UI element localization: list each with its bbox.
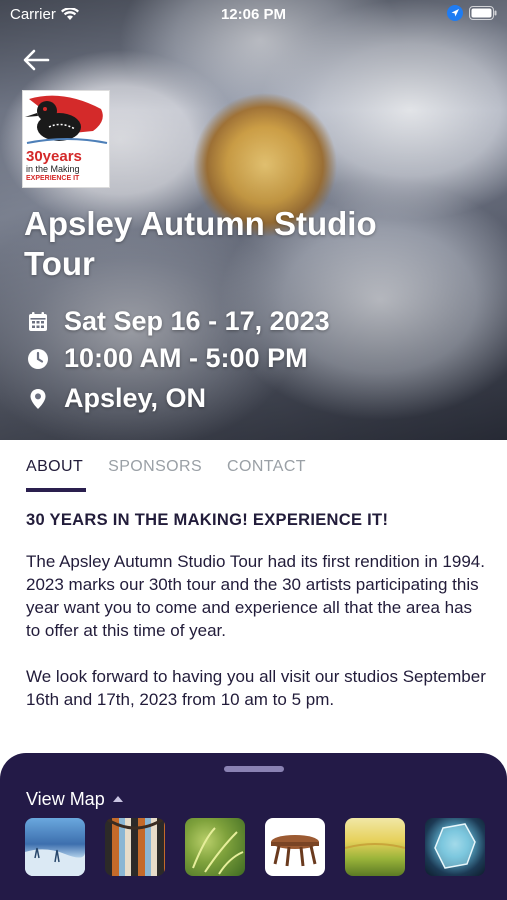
clock: 12:06 PM [220, 6, 287, 23]
status-bar: Carrier 12:06 PM [0, 0, 507, 28]
logo-years-text: 30years [26, 148, 82, 165]
bottom-sheet: View Map [0, 753, 507, 900]
sheet-drag-handle[interactable] [224, 766, 284, 772]
calendar-icon [29, 311, 47, 331]
glass-sculpture-image [434, 823, 476, 869]
foliage-painting-image [192, 827, 244, 875]
hero-banner: Carrier 12:06 PM 30years in the Making E… [0, 0, 507, 440]
tab-bar: ABOUT SPONSORS CONTACT [26, 458, 306, 476]
logo-experience-text: EXPERIENCE IT [26, 175, 80, 182]
artwork-thumbnail[interactable] [345, 818, 405, 876]
status-right [447, 5, 497, 21]
woven-fabric-image [105, 818, 165, 830]
event-time-row: 10:00 AM - 5:00 PM [26, 343, 308, 374]
battery-icon [469, 6, 497, 20]
tab-about[interactable]: ABOUT [26, 458, 83, 476]
artwork-thumbnail[interactable] [265, 818, 325, 876]
event-date: Sat Sep 16 - 17, 2023 [64, 306, 330, 336]
event-location-row: Apsley, ON [26, 383, 206, 414]
artwork-thumbnail[interactable] [425, 818, 485, 876]
caret-up-icon [112, 795, 123, 802]
about-content: 30 YEARS IN THE MAKING! EXPERIENCE IT! T… [26, 511, 486, 711]
view-map-label: View Map [26, 789, 105, 809]
event-time: 10:00 AM - 5:00 PM [64, 343, 308, 373]
winter-landscape-image [25, 847, 85, 876]
map-pin-icon [30, 388, 46, 409]
tab-contact[interactable]: CONTACT [227, 458, 306, 476]
clock-icon [28, 348, 48, 369]
event-location: Apsley, ON [64, 383, 207, 413]
about-paragraph-2: We look forward to having you all visit … [26, 667, 486, 709]
logo-making-text: in the Making [26, 164, 80, 174]
active-tab-indicator [26, 488, 86, 492]
event-title: Apsley Autumn Studio Tour [24, 205, 377, 282]
location-arrow-icon [447, 5, 463, 21]
about-paragraph-1: The Apsley Autumn Studio Tour had its fi… [26, 552, 485, 640]
loon-bird-icon [25, 95, 108, 144]
artwork-thumbnails [25, 818, 485, 876]
view-map-button[interactable]: View Map [26, 789, 123, 810]
artwork-thumbnail[interactable] [185, 818, 245, 876]
tab-sponsors[interactable]: SPONSORS [108, 458, 202, 476]
event-logo: 30years in the Making EXPERIENCE IT [22, 90, 110, 188]
event-date-row: Sat Sep 16 - 17, 2023 [26, 306, 330, 337]
wooden-table-image [271, 835, 319, 867]
artwork-thumbnail[interactable] [25, 818, 85, 876]
back-arrow-icon[interactable] [22, 48, 50, 72]
about-headline: 30 YEARS IN THE MAKING! EXPERIENCE IT! [26, 511, 389, 529]
artwork-thumbnail[interactable] [105, 818, 165, 876]
field-painting-image [345, 843, 405, 849]
